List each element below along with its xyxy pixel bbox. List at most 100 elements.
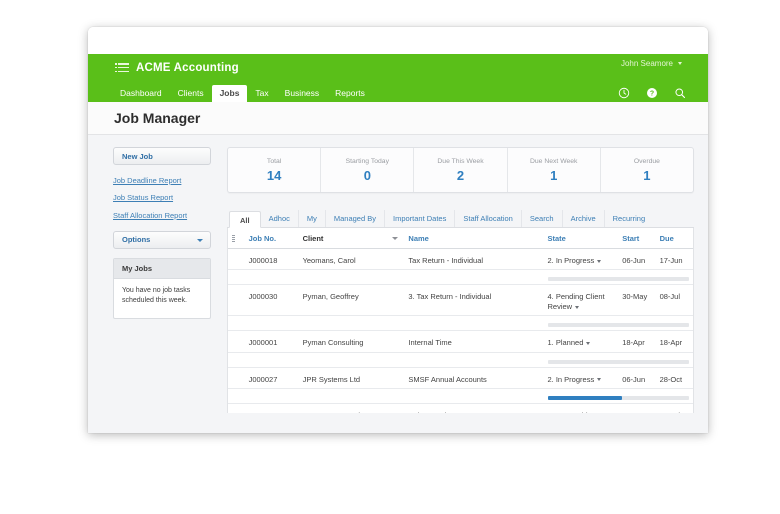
table-row[interactable]: J000011 JPR Systems Ltd Sales Brochures … xyxy=(228,403,693,413)
sidebar-link-staff-allocation-report[interactable]: Staff Allocation Report xyxy=(113,212,211,220)
brand-title: ACME Accounting xyxy=(136,62,239,74)
search-icon[interactable] xyxy=(674,87,686,99)
page-body: New Job Job Deadline Report Job Status R… xyxy=(88,135,708,433)
cell-job-no[interactable]: J000027 xyxy=(245,367,299,388)
chevron-down-icon xyxy=(597,378,601,381)
tab-staff-allocation[interactable]: Staff Allocation xyxy=(455,210,521,227)
options-dropdown[interactable]: Options xyxy=(113,231,211,249)
column-header-due[interactable]: Due xyxy=(656,228,693,249)
stat-label: Due Next Week xyxy=(508,158,600,165)
chevron-down-icon xyxy=(575,306,579,309)
chevron-down-icon xyxy=(197,239,203,242)
stat-starting-today[interactable]: Starting Today 0 xyxy=(321,148,414,192)
cell-name: SMSF Annual Accounts xyxy=(404,367,543,388)
cell-start: 13-Jun xyxy=(618,403,655,413)
table-row[interactable]: J000001 Pyman Consulting Internal Time 1… xyxy=(228,331,693,352)
my-jobs-panel: My Jobs You have no job tasks scheduled … xyxy=(113,258,211,319)
jobs-table: Job No. Client Name State Start Due xyxy=(228,228,693,413)
stat-total[interactable]: Total 14 xyxy=(228,148,321,192)
tab-my[interactable]: My xyxy=(299,210,326,227)
app-window-card: ACME Accounting John Seamore Dashboard C… xyxy=(88,27,708,433)
progress-row xyxy=(228,352,693,367)
cell-due: 18-Apr xyxy=(656,331,693,352)
table-row[interactable]: J000030 Pyman, Geoffrey 3. Tax Return - … xyxy=(228,285,693,316)
cell-client: Yeomans, Carol xyxy=(299,249,405,270)
sidebar-link-job-status-report[interactable]: Job Status Report xyxy=(113,194,211,202)
jobs-table-container: Job No. Client Name State Start Due xyxy=(227,228,694,413)
cell-due: 17-Jun xyxy=(656,249,693,270)
nav-item-clients[interactable]: Clients xyxy=(170,86,212,103)
nav-item-reports[interactable]: Reports xyxy=(327,86,373,103)
chevron-down-icon xyxy=(392,237,398,240)
progress-spacer xyxy=(228,270,544,285)
my-jobs-heading: My Jobs xyxy=(114,259,210,279)
stat-label: Starting Today xyxy=(321,158,413,165)
cell-name: Sales Brochures xyxy=(404,403,543,413)
row-handle-cell xyxy=(228,403,245,413)
column-header-job-no[interactable]: Job No. xyxy=(245,228,299,249)
stat-due-this-week[interactable]: Due This Week 2 xyxy=(414,148,507,192)
jobs-table-body: J000018 Yeomans, Carol Tax Return - Indi… xyxy=(228,249,693,413)
cell-state[interactable]: 2. In Progress xyxy=(544,367,619,388)
cell-job-no[interactable]: J000018 xyxy=(245,249,299,270)
cell-state[interactable]: 2. In Progress xyxy=(544,249,619,270)
progress-spacer xyxy=(228,388,544,403)
cell-job-no[interactable]: J000011 xyxy=(245,403,299,413)
clock-icon[interactable] xyxy=(618,87,630,99)
nav-item-dashboard[interactable]: Dashboard xyxy=(112,86,170,103)
new-job-label: New Job xyxy=(122,152,153,161)
cell-name: Internal Time xyxy=(404,331,543,352)
progress-row xyxy=(228,388,693,403)
cell-job-no[interactable]: J000001 xyxy=(245,331,299,352)
user-menu[interactable]: John Seamore xyxy=(621,59,682,68)
progress-spacer xyxy=(228,352,544,367)
cell-job-no[interactable]: J000030 xyxy=(245,285,299,316)
help-icon[interactable]: ? xyxy=(646,87,658,99)
stat-value: 1 xyxy=(601,168,693,183)
nav-item-business[interactable]: Business xyxy=(277,86,328,103)
cell-state[interactable]: 1. Planned xyxy=(544,331,619,352)
main-content: Total 14 Starting Today 0 Due This Week … xyxy=(221,135,708,433)
column-header-name[interactable]: Name xyxy=(404,228,543,249)
job-tabs: All Adhoc My Managed By Important Dates … xyxy=(227,210,694,228)
tab-search[interactable]: Search xyxy=(522,210,563,227)
brand-row: ACME Accounting xyxy=(88,54,708,81)
app-header: ACME Accounting John Seamore Dashboard C… xyxy=(88,54,708,102)
table-row[interactable]: J000027 JPR Systems Ltd SMSF Annual Acco… xyxy=(228,367,693,388)
cell-client: JPR Systems Ltd xyxy=(299,367,405,388)
column-header-state[interactable]: State xyxy=(544,228,619,249)
stat-due-next-week[interactable]: Due Next Week 1 xyxy=(508,148,601,192)
column-header-start[interactable]: Start xyxy=(618,228,655,249)
screen-root: ACME Accounting John Seamore Dashboard C… xyxy=(0,0,780,514)
header-icon-group: ? xyxy=(618,87,686,99)
tab-managed-by[interactable]: Managed By xyxy=(326,210,385,227)
progress-spacer xyxy=(228,316,544,331)
tab-archive[interactable]: Archive xyxy=(563,210,605,227)
nav-item-jobs[interactable]: Jobs xyxy=(212,85,248,103)
chevron-down-icon xyxy=(586,342,590,345)
tab-recurring[interactable]: Recurring xyxy=(605,210,654,227)
stat-overdue[interactable]: Overdue 1 xyxy=(601,148,693,192)
column-header-client[interactable]: Client xyxy=(299,228,405,249)
user-name-label: John Seamore xyxy=(621,59,673,68)
column-header-sort-handle[interactable] xyxy=(228,228,245,249)
row-handle-cell xyxy=(228,285,245,316)
nav-item-tax[interactable]: Tax xyxy=(247,86,276,103)
cell-state[interactable]: 1.1 On Hold xyxy=(544,403,619,413)
chevron-down-icon xyxy=(597,260,601,263)
cell-start: 18-Apr xyxy=(618,331,655,352)
progress-cell xyxy=(544,270,694,285)
sidebar: New Job Job Deadline Report Job Status R… xyxy=(88,135,221,433)
new-job-button[interactable]: New Job xyxy=(113,147,211,165)
cell-state[interactable]: 4. Pending Client Review xyxy=(544,285,619,316)
svg-text:?: ? xyxy=(650,91,654,98)
tab-all[interactable]: All xyxy=(229,211,261,228)
tab-adhoc[interactable]: Adhoc xyxy=(261,210,299,227)
cell-due: 28-Oct xyxy=(656,367,693,388)
sidebar-report-links: Job Deadline Report Job Status Report St… xyxy=(113,177,211,220)
table-row[interactable]: J000018 Yeomans, Carol Tax Return - Indi… xyxy=(228,249,693,270)
row-handle-cell xyxy=(228,367,245,388)
tab-important-dates[interactable]: Important Dates xyxy=(385,210,455,227)
sidebar-link-job-deadline-report[interactable]: Job Deadline Report xyxy=(113,177,211,185)
list-menu-icon[interactable] xyxy=(118,63,129,72)
